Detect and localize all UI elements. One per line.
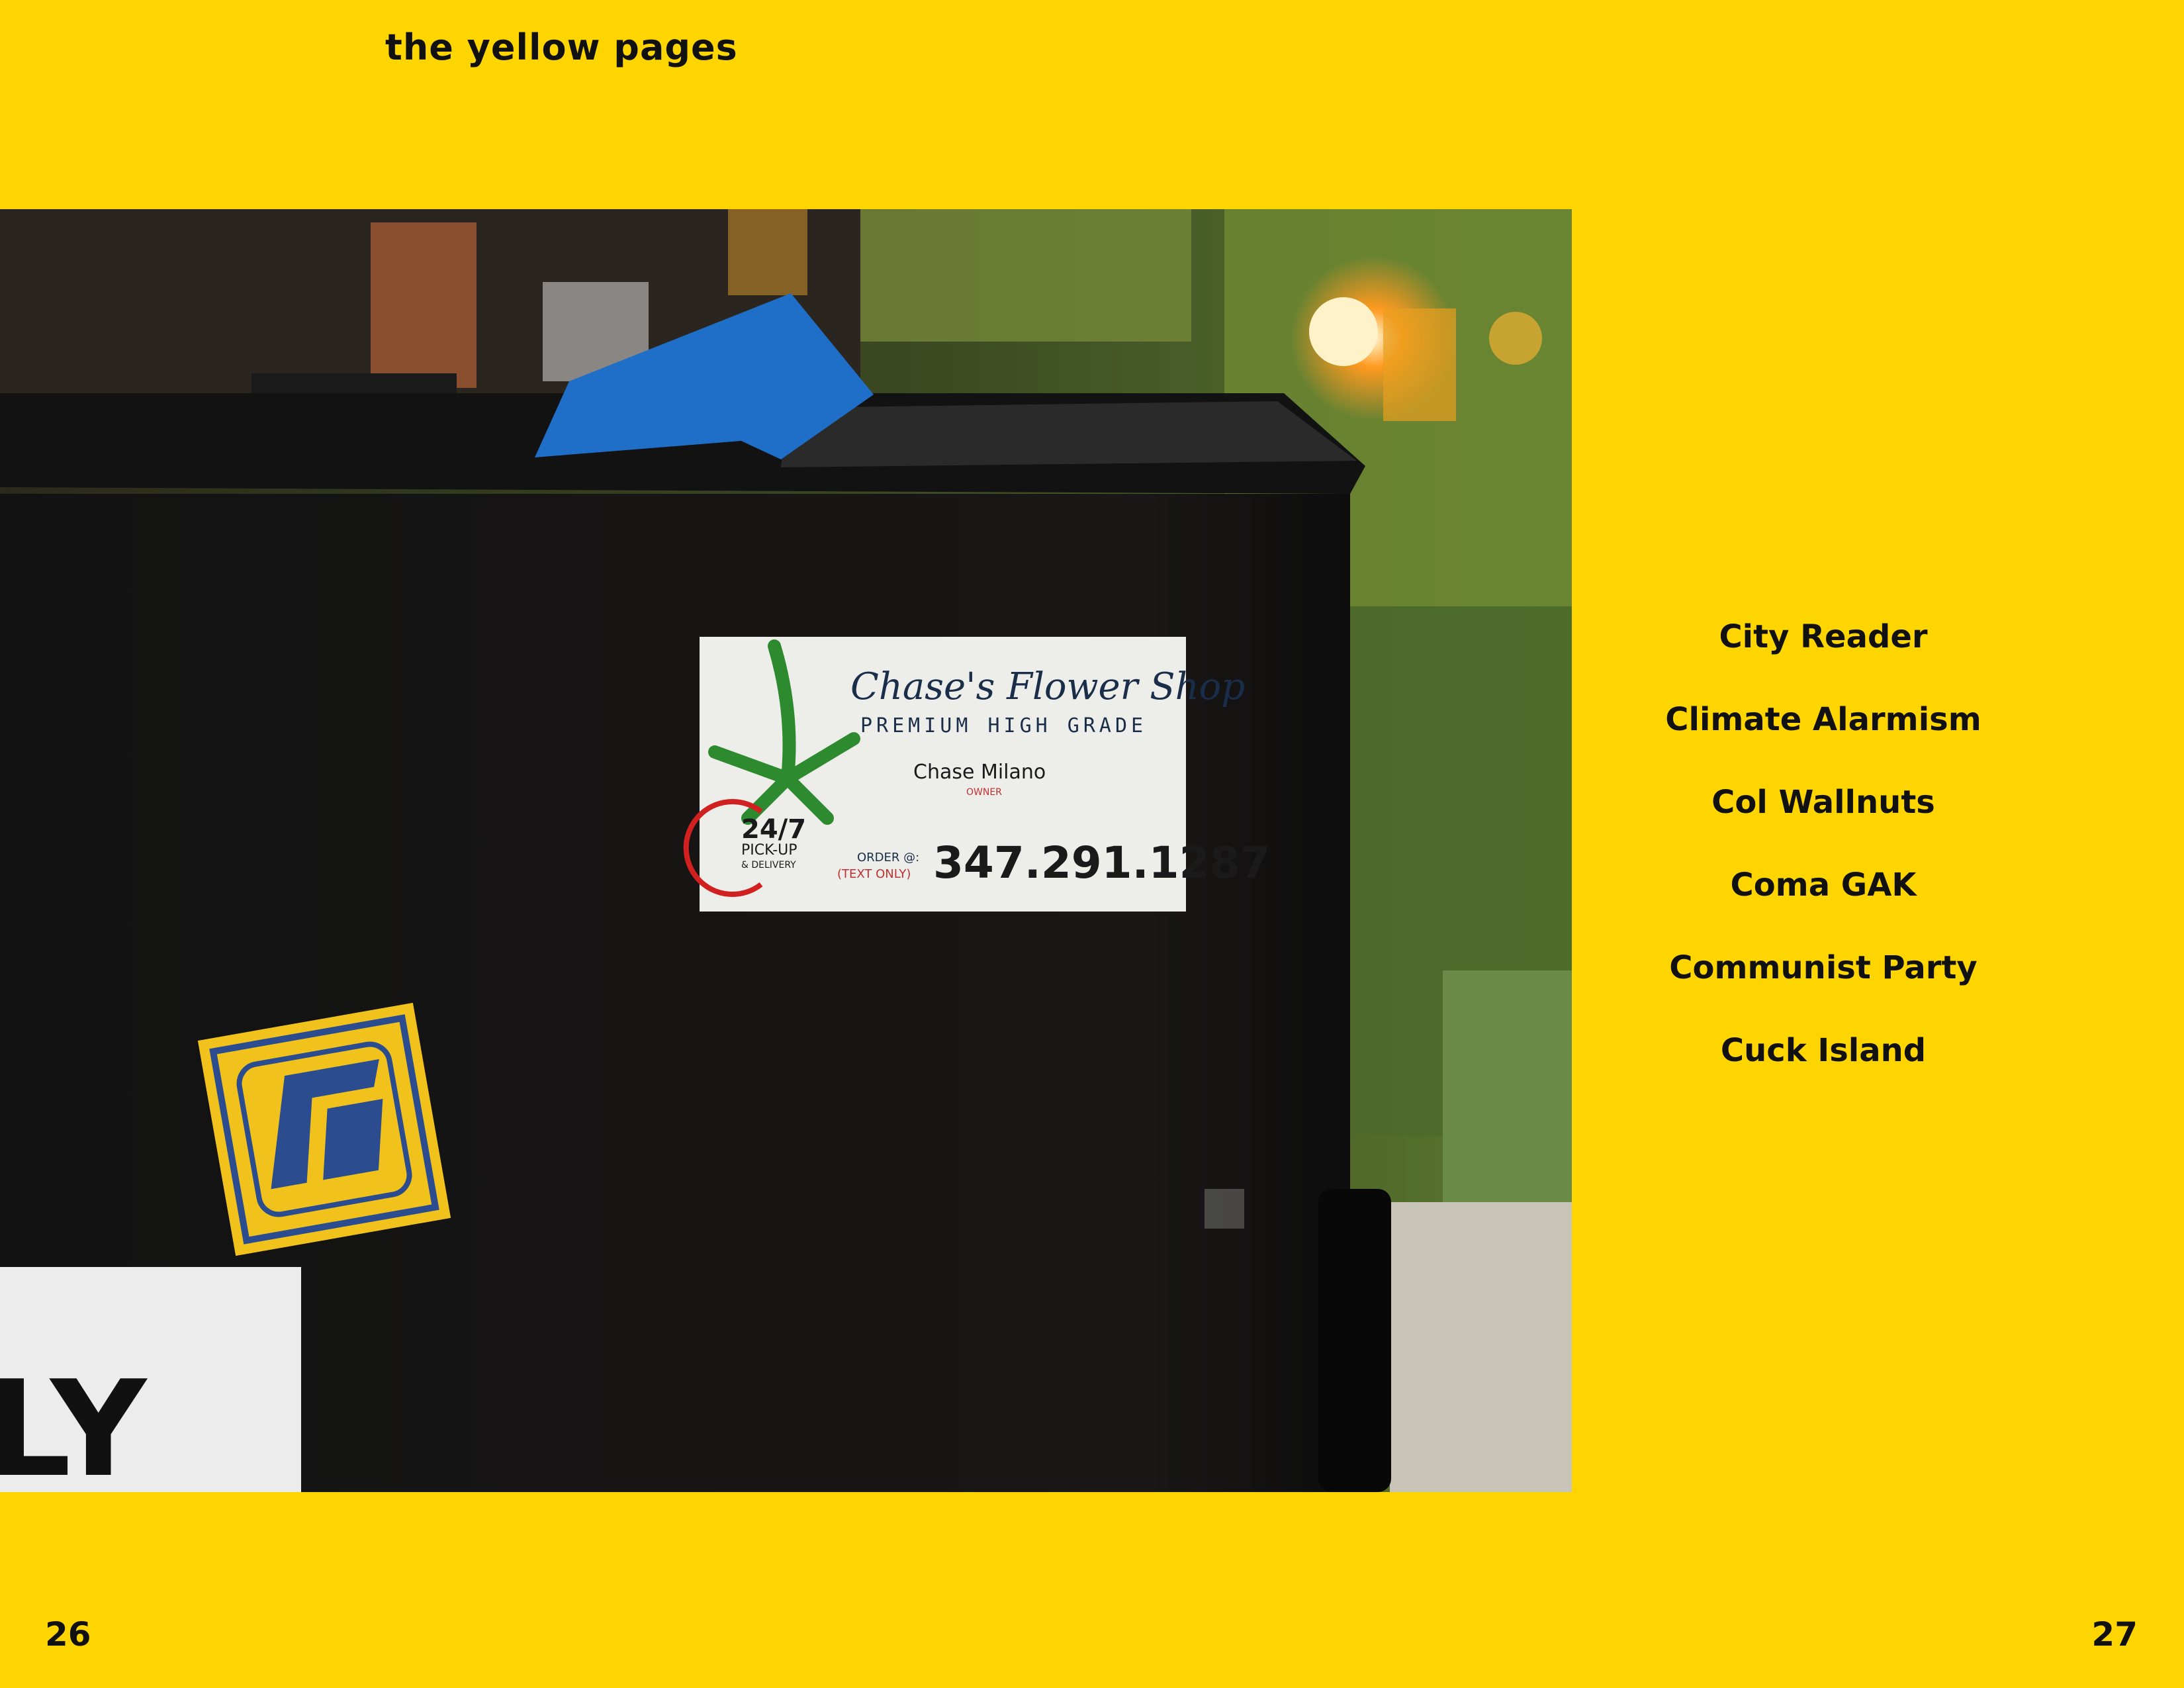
sign-fragment: LY bbox=[0, 1267, 301, 1492]
page-title: the yellow pages bbox=[385, 26, 738, 68]
page-number-right: 27 bbox=[2091, 1615, 2138, 1654]
owner-name: Chase Milano bbox=[913, 761, 1046, 784]
c-logo-sticker bbox=[197, 1002, 451, 1256]
badge-delivery: & DELIVERY bbox=[741, 860, 796, 870]
directory-item: Communist Party bbox=[1669, 949, 1978, 986]
flower-shop-name: Chase's Flower Shop bbox=[850, 665, 1245, 708]
photo-trash-bin-stickers: Chase's Flower Shop PREMIUM HIGH GRADE C… bbox=[0, 209, 1572, 1492]
sign-fragment-text: LY bbox=[0, 1352, 148, 1492]
phone-number: 347.291.1287 bbox=[933, 837, 1270, 888]
directory-item: City Reader bbox=[1719, 618, 1928, 655]
directory-item: Cuck Island bbox=[1720, 1032, 1927, 1069]
directory-item: Coma GAK bbox=[1730, 867, 1917, 904]
badge-pickup: PICK-UP bbox=[741, 842, 797, 859]
directory-item: Col Wallnuts bbox=[1711, 784, 1935, 821]
order-label: ORDER @: bbox=[857, 851, 919, 865]
page-number-left: 26 bbox=[45, 1615, 91, 1654]
badge-24-7: 24/7 bbox=[741, 814, 806, 845]
flower-shop-sticker: Chase's Flower Shop PREMIUM HIGH GRADE C… bbox=[683, 637, 1270, 912]
owner-role: OWNER bbox=[966, 787, 1002, 798]
order-note: (TEXT ONLY) bbox=[837, 867, 911, 881]
directory-item: Climate Alarmism bbox=[1665, 701, 1981, 738]
directory-list: City Reader Climate Alarmism Col Wallnut… bbox=[1572, 596, 2075, 1092]
flower-shop-tagline: PREMIUM HIGH GRADE bbox=[860, 714, 1147, 737]
